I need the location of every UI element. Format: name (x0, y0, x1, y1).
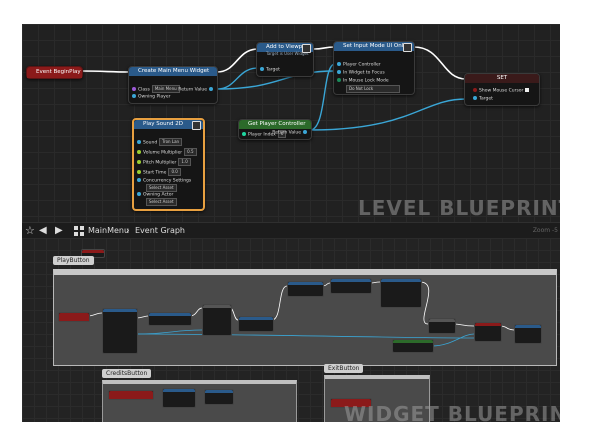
function-icon (302, 44, 311, 53)
class-select[interactable]: Main Menu (151, 85, 180, 93)
start-time-pin[interactable]: Start Time 0.0 (137, 168, 181, 177)
node-title: SET (465, 74, 539, 83)
owning-player-pin[interactable]: Owning Player (132, 94, 170, 101)
object-pin-icon (137, 140, 141, 144)
bool-pin-icon (473, 88, 477, 92)
sound-pin[interactable]: Sound Tron Lan (137, 138, 183, 147)
widget-blueprint-graph[interactable]: PlayButton CreditsButton ExitButton WIDG… (22, 238, 560, 422)
set-input-mode-node[interactable]: Set Input Mode UI Only Player Controller… (333, 41, 415, 95)
set-visibility-node[interactable] (287, 281, 324, 297)
level-blueprint-graph[interactable]: Event BeginPlay Create Main Menu Widget … (22, 24, 560, 222)
credits-create-widget-node[interactable] (162, 388, 196, 408)
get-player-controller-node[interactable]: Get Player Controller Player Index 0 Retu… (238, 119, 312, 140)
class-pin[interactable]: Class Main Menu (132, 85, 180, 94)
set-show-cursor-node[interactable] (474, 322, 502, 342)
credits-clicked-event-node[interactable] (108, 390, 154, 400)
checkbox[interactable] (525, 88, 530, 92)
widget-to-focus-pin[interactable]: In Widget to Focus (337, 70, 385, 77)
function-icon (403, 43, 412, 52)
create-widget-node[interactable]: Create Main Menu Widget Class Main Menu O… (128, 66, 218, 104)
event-beginplay-node[interactable]: Event BeginPlay (26, 66, 83, 79)
float-pin-icon (137, 170, 141, 174)
object-pin-icon (132, 94, 136, 98)
zoom-label: Zoom -5 (532, 227, 558, 234)
add-to-viewport-node[interactable] (238, 316, 274, 332)
show-mouse-cursor-pin[interactable]: Show Mouse Cursor (473, 88, 530, 95)
pitch-pin[interactable]: Pitch Multiplier 1.0 (137, 158, 191, 167)
float-pin-icon (137, 160, 141, 164)
set-input-mode-node[interactable] (330, 278, 372, 294)
node-title: Set Input Mode UI Only (334, 42, 414, 51)
object-pin-icon (473, 96, 477, 100)
level-blueprint-watermark: LEVEL BLUEPRINT (358, 196, 560, 220)
object-pin-icon (337, 62, 341, 66)
get-player-controller-node[interactable] (392, 339, 434, 353)
sequence-node[interactable] (202, 304, 232, 336)
object-pin-icon (137, 192, 141, 196)
target-pin[interactable]: Target (260, 67, 280, 74)
object-pin-icon (260, 67, 264, 71)
play-sound-2d-node[interactable]: Play Sound 2D Sound Tron Lan Volume Multi… (132, 118, 205, 211)
breadcrumb-separator: › (126, 226, 130, 236)
object-pin-icon (209, 87, 213, 91)
object-pin-icon (303, 130, 307, 134)
int-pin-icon (242, 132, 246, 136)
credits-add-to-viewport-node[interactable] (204, 389, 234, 405)
node-title: Create Main Menu Widget (129, 67, 217, 76)
credits-button-comment[interactable]: CreditsButton (102, 369, 297, 422)
player-controller-pin[interactable]: Player Controller (337, 62, 381, 69)
return-value-pin[interactable]: Return Value (272, 130, 309, 137)
return-value-pin[interactable]: Return Value (178, 87, 215, 94)
mouse-lock-pin[interactable]: In Mouse Lock Mode (337, 78, 389, 85)
class-pin-icon (132, 87, 136, 91)
owning-actor-select[interactable]: Select Asset (144, 198, 177, 207)
function-icon (192, 121, 201, 130)
widget-blueprint-watermark: WIDGET BLUEPRINT (344, 402, 560, 422)
enum-pin-icon (337, 78, 341, 82)
event-graph-icon (74, 226, 84, 236)
comment-title: CreditsButton (102, 369, 152, 378)
remove-from-parent-node[interactable] (148, 312, 192, 326)
create-widget-node[interactable] (102, 308, 138, 354)
forward-arrow-icon[interactable]: ▶ (55, 225, 63, 237)
object-pin-icon (137, 178, 141, 182)
breadcrumb-current[interactable]: Event Graph (135, 225, 185, 237)
mouse-lock-dropdown[interactable]: Do Not Lock (344, 85, 400, 94)
star-icon[interactable]: ☆ (25, 225, 35, 237)
play-sound-node[interactable] (380, 278, 422, 308)
add-to-viewport-node[interactable]: Add to Viewport Target is User Widget Ta… (256, 42, 314, 77)
volume-pin[interactable]: Volume Multiplier 0.5 (137, 148, 197, 157)
object-pin-icon (337, 70, 341, 74)
node-title: Get Player Controller (239, 120, 311, 129)
breadcrumb-root[interactable]: MainMenu (88, 225, 129, 237)
target-pin[interactable]: Target (473, 96, 493, 103)
node-title: Event BeginPlay (27, 67, 82, 78)
end-function-node[interactable] (514, 324, 542, 344)
comment-title: ExitButton (324, 364, 364, 373)
back-arrow-icon[interactable]: ◀ (39, 225, 47, 237)
play-clicked-event-node[interactable] (58, 312, 90, 322)
branch-node[interactable] (428, 318, 456, 334)
set-show-mouse-cursor-node[interactable]: SET Show Mouse Cursor Target (464, 73, 540, 106)
float-pin-icon (137, 150, 141, 154)
